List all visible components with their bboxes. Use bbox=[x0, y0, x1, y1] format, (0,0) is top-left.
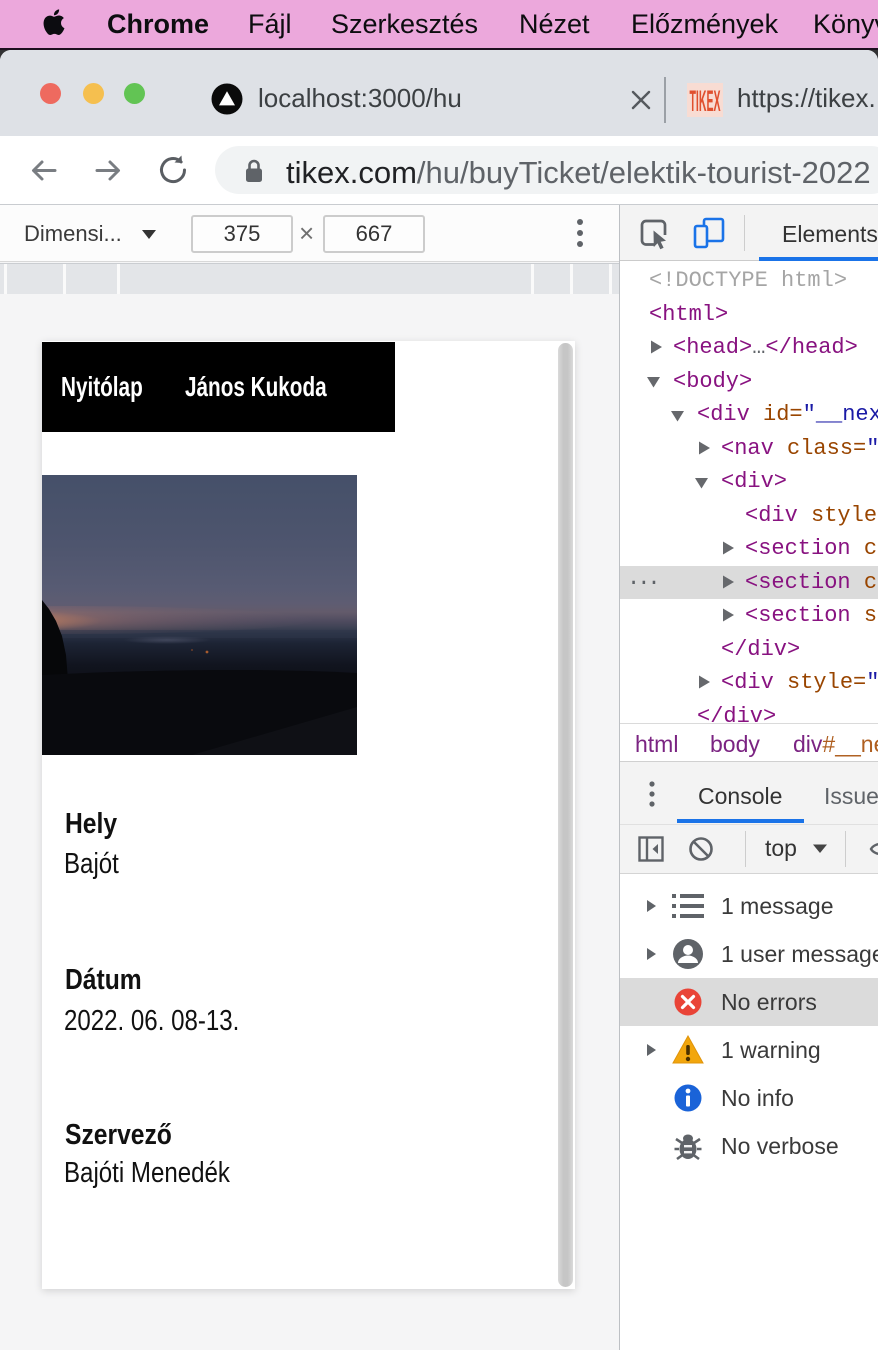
svg-text:TIKEX: TIKEX bbox=[690, 85, 721, 117]
